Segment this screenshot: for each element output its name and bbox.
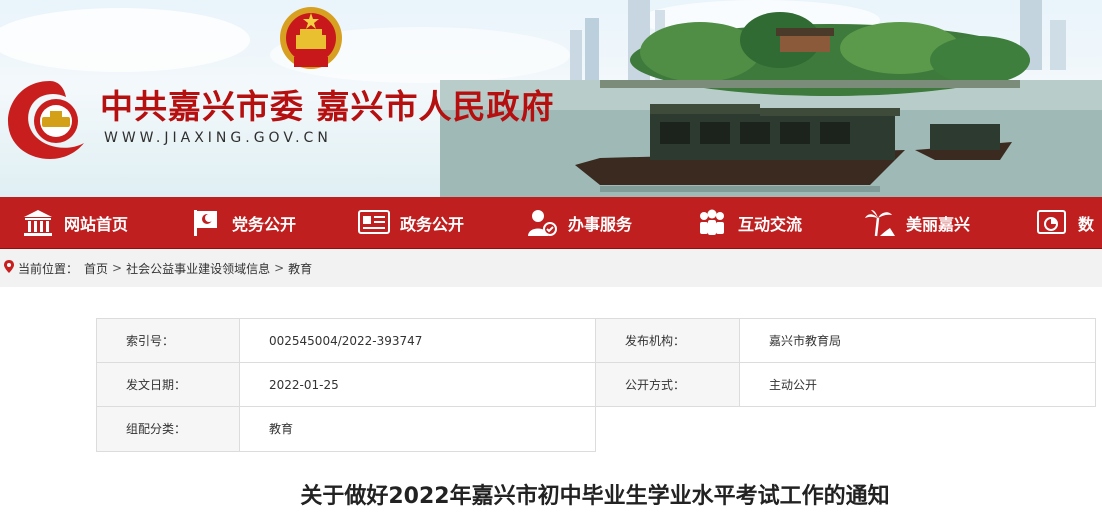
issue-date-value: 2022-01-25 xyxy=(239,362,596,407)
breadcrumb-link-home[interactable]: 首页 xyxy=(84,260,108,277)
site-banner: 中共嘉兴市委 嘉兴市人民政府 WWW.JIAXING.GOV.CN xyxy=(0,0,1102,197)
national-emblem-icon xyxy=(280,7,342,69)
nav-label: 互动交流 xyxy=(738,214,803,234)
location-pin-icon xyxy=(4,260,14,276)
site-url: WWW.JIAXING.GOV.CN xyxy=(104,130,332,146)
nav-item-services[interactable]: 办事服务 xyxy=(526,197,632,248)
index-number-value: 002545004/2022-393747 xyxy=(239,318,596,363)
nav-label: 政务公开 xyxy=(400,214,465,234)
nav-item-home[interactable]: 网站首页 xyxy=(22,197,128,248)
party-logo-icon xyxy=(8,81,84,159)
document-title: 关于做好2022年嘉兴市初中毕业生学业水平考试工作的通知 xyxy=(300,484,890,509)
disclosure-method-value: 主动公开 xyxy=(739,362,1096,407)
data-chart-icon xyxy=(1036,207,1068,239)
breadcrumb-link-education[interactable]: 教育 xyxy=(288,260,312,277)
breadcrumb: 当前位置： 首页 > 社会公益事业建设领域信息 > 教育 xyxy=(0,249,1102,287)
index-number-label: 索引号： xyxy=(96,318,240,363)
category-label: 组配分类： xyxy=(96,406,240,452)
government-building-icon xyxy=(22,207,54,239)
breadcrumb-separator: > xyxy=(112,261,123,275)
breadcrumb-separator: > xyxy=(274,261,285,275)
table-row: 发文日期： 2022-01-25 公开方式： 主动公开 xyxy=(96,362,1096,407)
service-person-icon xyxy=(526,207,558,239)
nav-label: 网站首页 xyxy=(64,214,129,234)
breadcrumb-prefix: 当前位置： xyxy=(18,261,79,276)
publisher-value: 嘉兴市教育局 xyxy=(739,318,1096,363)
palm-tree-icon xyxy=(864,207,896,239)
document-board-icon xyxy=(358,207,390,239)
category-value: 教育 xyxy=(239,406,596,452)
party-flag-icon xyxy=(190,207,222,239)
people-group-icon xyxy=(696,207,728,239)
nav-item-party-affairs[interactable]: 党务公开 xyxy=(190,197,296,248)
nav-item-beautiful-jiaxing[interactable]: 美丽嘉兴 xyxy=(864,197,970,248)
table-row: 索引号： 002545004/2022-393747 发布机构： 嘉兴市教育局 xyxy=(96,318,1096,363)
nav-label: 数 xyxy=(1078,214,1095,234)
nav-item-government-affairs[interactable]: 政务公开 xyxy=(358,197,464,248)
publisher-label: 发布机构： xyxy=(595,318,740,363)
table-row: 组配分类： 教育 xyxy=(96,406,1096,452)
nav-item-data[interactable]: 数 xyxy=(1036,197,1094,248)
nav-label: 美丽嘉兴 xyxy=(906,214,971,234)
empty-cell xyxy=(595,406,1096,451)
site-title: 中共嘉兴市委 嘉兴市人民政府 xyxy=(100,87,555,126)
document-info-table: 索引号： 002545004/2022-393747 发布机构： 嘉兴市教育局 … xyxy=(96,318,1096,452)
main-navigation: 网站首页 党务公开 政务公开 办事服务 互动交流 美丽嘉兴 数 xyxy=(0,197,1102,249)
disclosure-method-label: 公开方式： xyxy=(595,362,740,407)
nav-label: 党务公开 xyxy=(232,214,297,234)
nav-label: 办事服务 xyxy=(568,214,633,234)
breadcrumb-link-category[interactable]: 社会公益事业建设领域信息 xyxy=(126,260,270,277)
issue-date-label: 发文日期： xyxy=(96,362,240,407)
nav-item-interaction[interactable]: 互动交流 xyxy=(696,197,802,248)
